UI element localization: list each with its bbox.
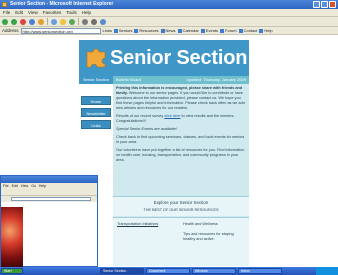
photo-thumbnail	[1, 207, 23, 267]
health-title: Health and Wellness	[183, 222, 218, 226]
menu-view[interactable]: View	[28, 10, 38, 15]
taskbar-senior-section[interactable]: Senior Section	[100, 268, 144, 274]
page-icon	[259, 28, 264, 33]
page-icon	[134, 28, 139, 33]
info-bar: Bulletin Board updated: Thursday, Januar…	[113, 76, 249, 84]
edit-icon[interactable]	[100, 18, 106, 25]
close-button[interactable]	[329, 1, 336, 8]
forward-icon[interactable]	[11, 18, 17, 25]
secondary-address-input[interactable]	[11, 197, 91, 201]
page-icon	[238, 28, 243, 33]
toolbar-divider	[47, 18, 48, 25]
browser-title-bar: Senior Section - Microsoft Internet Expl…	[0, 0, 338, 9]
health-text: Tips and resources for staying healthy a…	[183, 232, 234, 241]
transport-link[interactable]: Transportation Initiatives	[117, 222, 177, 227]
minimize-button[interactable]	[313, 1, 320, 8]
search-icon[interactable]	[51, 18, 57, 25]
link-resources[interactable]: Resources	[134, 28, 159, 33]
system-tray	[316, 267, 338, 275]
page-icon	[160, 28, 165, 33]
browser-icon	[2, 2, 7, 7]
explore-section: Explore your Senior Section THE BEST OF …	[113, 196, 249, 216]
menu-edit[interactable]: Edit	[15, 10, 23, 15]
page-icon	[220, 28, 225, 33]
menu-favorites[interactable]: Favorites	[43, 10, 62, 15]
link-contact[interactable]: Contact	[238, 28, 257, 33]
favorites-icon[interactable]	[60, 18, 66, 25]
taskbar: Start Senior Section Document Window Inb…	[0, 267, 338, 275]
taskbar-document[interactable]: Document	[146, 268, 190, 274]
page-icon	[113, 28, 118, 33]
puzzle-logo-icon	[86, 48, 106, 68]
stop-icon[interactable]	[20, 18, 26, 25]
resource-columns: Transportation Initiatives Health and We…	[113, 217, 249, 266]
nav-newsletter[interactable]: Newsletter	[81, 108, 111, 117]
start-button[interactable]: Start	[1, 268, 23, 274]
mail-icon[interactable]	[82, 18, 88, 25]
page-icon	[200, 28, 205, 33]
content-body: Printing this information is encouraged,…	[116, 86, 246, 166]
menu-bar: File Edit View Favorites Tools Help	[0, 9, 338, 17]
links-label: Links	[102, 28, 112, 33]
updated-date: updated: Thursday, January 2009	[186, 77, 246, 82]
taskbar-inbox[interactable]: Inbox	[238, 268, 282, 274]
link-events[interactable]: Events	[200, 28, 218, 33]
address-input[interactable]: http://www.seniorsection.org	[20, 27, 101, 34]
toolbar-divider	[78, 18, 79, 25]
window-title: Senior Section - Microsoft Internet Expl…	[10, 1, 114, 7]
link-seniors[interactable]: Seniors	[113, 28, 132, 33]
bulletin-label: Bulletin Board	[116, 77, 141, 82]
survey-text: Results of our recent survey	[116, 114, 164, 118]
explore-subheading: THE BEST OF OUR SENIOR RESOURCES	[143, 208, 219, 212]
intro-text: Welcome to our senior pages. If you woul…	[116, 91, 245, 110]
print-icon[interactable]	[91, 18, 97, 25]
secondary-window[interactable]: File Edit View Go Help	[0, 175, 98, 267]
secondary-toolbar	[1, 189, 97, 196]
nav-home[interactable]: Home	[81, 96, 111, 105]
nav-links[interactable]: Links	[81, 120, 111, 129]
events-heading: Special Senior Events are available!	[116, 127, 177, 131]
back-icon[interactable]	[2, 18, 8, 25]
address-bar: Address http://www.seniorsection.org Lin…	[0, 27, 338, 35]
site-banner: Senior Section	[79, 40, 249, 76]
link-help[interactable]: Help	[259, 28, 273, 33]
events-text: Check back to find upcoming seminars, cl…	[116, 135, 245, 144]
survey-link[interactable]: click here	[164, 114, 180, 118]
menu-help[interactable]: Help	[82, 10, 91, 15]
link-calendar[interactable]: Calendar	[177, 28, 199, 33]
refresh-icon[interactable]	[29, 18, 35, 25]
page-icon	[177, 28, 182, 33]
taskbar-window[interactable]: Window	[192, 268, 236, 274]
secondary-address-bar	[1, 196, 97, 202]
link-news[interactable]: News	[160, 28, 176, 33]
secondary-title-bar[interactable]	[1, 176, 97, 183]
nav-header: Senior Section	[79, 76, 113, 84]
explore-heading: Explore your Senior Section	[153, 200, 209, 205]
address-label: Address	[2, 28, 19, 33]
resources-text: Our volunteers have put together a list …	[116, 148, 245, 162]
history-icon[interactable]	[69, 18, 75, 25]
maximize-button[interactable]	[321, 1, 328, 8]
menu-file[interactable]: File	[3, 10, 10, 15]
link-forum[interactable]: Forum	[220, 28, 237, 33]
site-title: Senior Section	[110, 47, 248, 69]
home-icon[interactable]	[38, 18, 44, 25]
toolbar	[0, 17, 338, 27]
menu-tools[interactable]: Tools	[66, 10, 77, 15]
